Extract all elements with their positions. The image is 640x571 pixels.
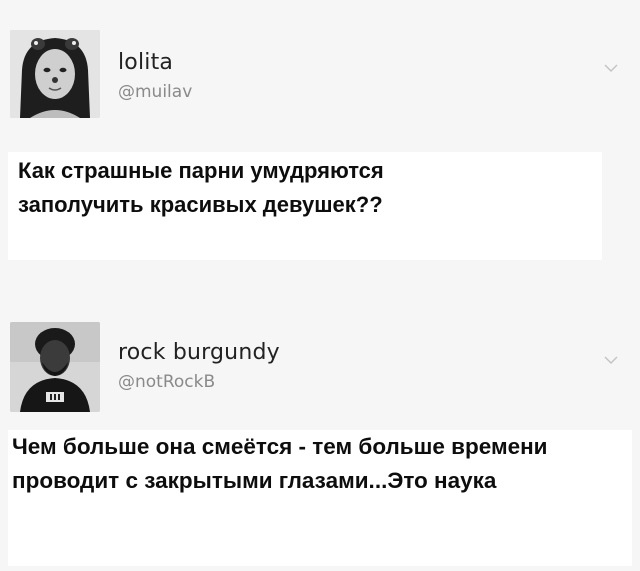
tweet-card: rock burgundy @notRockB Чем больше она с… [0,300,640,571]
chevron-down-icon[interactable] [604,352,618,364]
tweet-text-box: Как страшные парни умудряются заполучить… [8,152,602,260]
avatar[interactable] [10,30,100,118]
avatar-photo-man-icon [10,322,100,412]
avatar[interactable] [10,322,100,412]
tweet-card: lolita @muilav Как страшные парни умудря… [0,0,640,290]
chevron-down-icon[interactable] [604,60,618,72]
display-name[interactable]: lolita [118,50,173,75]
user-handle[interactable]: @notRockB [118,372,215,392]
tweet-text-box: Чем больше она смеётся - тем больше врем… [8,430,632,566]
avatar-photo-girl-icon [10,30,100,118]
display-name[interactable]: rock burgundy [118,340,280,365]
user-handle[interactable]: @muilav [118,82,192,102]
tweet-text: Как страшные парни умудряются заполучить… [18,158,384,217]
tweet-text: Чем больше она смеётся - тем больше врем… [12,434,548,493]
